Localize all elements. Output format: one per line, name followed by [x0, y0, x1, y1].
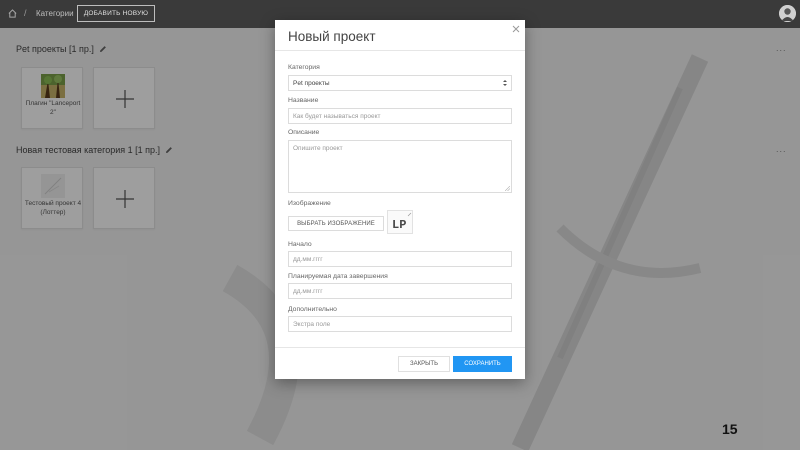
start-label: Начало	[288, 241, 312, 248]
resize-grip-icon[interactable]	[505, 186, 510, 191]
lp-logo-icon: LP	[392, 212, 412, 232]
end-date-input[interactable]: дд.мм.гггг	[288, 283, 512, 299]
name-placeholder: Как будет называться проект	[293, 112, 381, 120]
select-arrows-icon	[503, 80, 507, 86]
save-button[interactable]: СОХРАНИТЬ	[453, 356, 512, 372]
home-icon[interactable]	[8, 9, 17, 18]
name-input[interactable]: Как будет называться проект	[288, 108, 512, 124]
extra-input[interactable]: Экстра поле	[288, 316, 512, 332]
image-label: Изображение	[288, 200, 331, 207]
image-preview: LP	[387, 210, 413, 234]
avatar[interactable]	[779, 5, 796, 22]
description-label: Описание	[288, 129, 320, 136]
image-preview-text: LP	[392, 218, 406, 232]
modal-footer-divider	[275, 347, 525, 348]
extra-placeholder: Экстра поле	[293, 320, 331, 328]
category-label: Категория	[288, 64, 320, 71]
end-label: Планируемая дата завершения	[288, 273, 388, 280]
start-placeholder: дд.мм.гггг	[293, 255, 323, 263]
new-project-modal: Новый проект Категория Pet проекты Назва…	[275, 20, 525, 379]
user-photo-icon	[779, 5, 796, 22]
close-icon[interactable]	[512, 25, 520, 33]
choose-image-button[interactable]: ВЫБРАТЬ ИЗОБРАЖЕНИЕ	[288, 216, 384, 231]
description-placeholder: Опишите проект	[293, 145, 343, 152]
close-button[interactable]: ЗАКРЫТЬ	[398, 356, 450, 372]
description-textarea[interactable]: Опишите проект	[288, 140, 512, 193]
name-label: Название	[288, 97, 319, 104]
modal-title: Новый проект	[288, 29, 376, 44]
extra-label: Дополнительно	[288, 306, 337, 313]
start-date-input[interactable]: дд.мм.гггг	[288, 251, 512, 267]
category-select[interactable]: Pet проекты	[288, 75, 512, 91]
end-placeholder: дд.мм.гггг	[293, 287, 323, 295]
modal-header-divider	[275, 50, 525, 51]
category-select-value: Pet проекты	[293, 79, 330, 87]
add-new-button[interactable]: ДОБАВИТЬ НОВУЮ	[77, 5, 155, 22]
slide-number: 15	[722, 421, 738, 437]
breadcrumb-separator: /	[24, 8, 27, 18]
breadcrumb-current[interactable]: Категории	[36, 9, 74, 18]
